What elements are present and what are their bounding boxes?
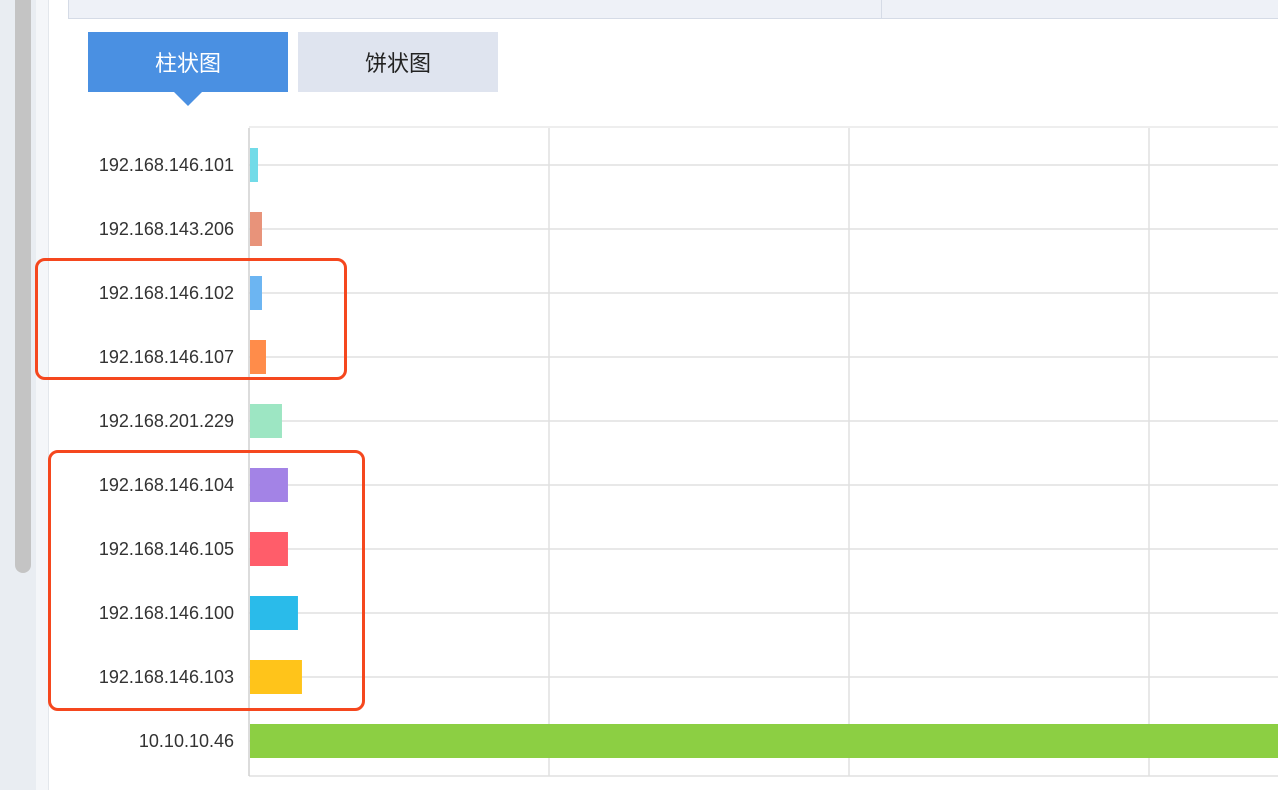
bar bbox=[250, 276, 262, 310]
y-tick-label: 192.168.146.102 bbox=[99, 283, 234, 303]
bar bbox=[250, 724, 1278, 758]
y-tick-label: 192.168.146.104 bbox=[99, 475, 234, 495]
y-tick-label: 192.168.146.103 bbox=[99, 667, 234, 687]
y-tick-label: 192.168.146.101 bbox=[99, 155, 234, 175]
y-tick-label: 192.168.146.100 bbox=[99, 603, 234, 623]
y-tick-label: 192.168.201.229 bbox=[99, 411, 234, 431]
y-tick-label: 10.10.10.46 bbox=[139, 731, 234, 751]
bar bbox=[250, 212, 262, 246]
bar bbox=[250, 468, 288, 502]
y-tick-label: 192.168.143.206 bbox=[99, 219, 234, 239]
bar bbox=[250, 660, 302, 694]
bar bbox=[250, 148, 258, 182]
bar-chart: 192.168.146.101 192.168.143.206 192.168.14… bbox=[99, 126, 1278, 777]
bar bbox=[250, 596, 298, 630]
bar bbox=[250, 340, 266, 374]
y-tick-label: 192.168.146.105 bbox=[99, 539, 234, 559]
bar bbox=[250, 404, 282, 438]
y-tick-label: 192.168.146.107 bbox=[99, 347, 234, 367]
bar bbox=[250, 532, 288, 566]
